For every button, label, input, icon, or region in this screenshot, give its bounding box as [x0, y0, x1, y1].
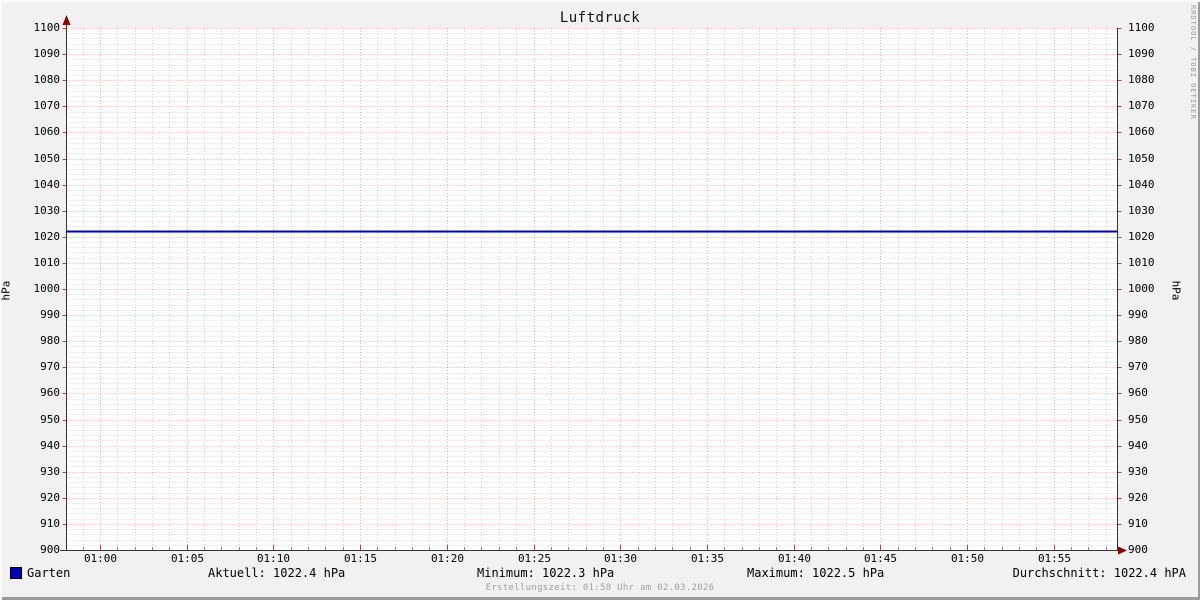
y-tick-label: 1070 [1128, 99, 1155, 112]
y-tick-label: 1090 [1128, 47, 1155, 60]
y-tick-label: 900 [40, 543, 60, 556]
y-tick-label: 910 [40, 517, 60, 530]
y-tick-label: 920 [40, 491, 60, 504]
y-tick-label: 1040 [33, 178, 61, 191]
y-tick-label: 1010 [1128, 256, 1155, 269]
x-tick-label: 01:00 [83, 552, 118, 565]
y-tick-label: 1100 [33, 21, 61, 34]
y-tick-label: 910 [1128, 517, 1148, 530]
x-tick-label: 01:25 [517, 552, 552, 565]
y-tick-label: 1060 [1128, 125, 1155, 138]
stat-maximum: Maximum: 1022.5 hPa [747, 566, 885, 580]
creation-timestamp: Erstellungszeit: 01:58 Uhr am 02.03.2026 [485, 583, 715, 593]
y-tick-label: 980 [40, 334, 60, 347]
y-tick-label: 1000 [1128, 282, 1155, 295]
y-tick-label: 1020 [33, 230, 61, 243]
y-tick-label: 1080 [33, 73, 61, 86]
y-tick-label: 1000 [33, 282, 61, 295]
y-tick-label: 1030 [1128, 204, 1155, 217]
y-tick-label: 900 [1128, 543, 1148, 556]
chart-plot-area [60, 15, 1127, 555]
y-tick-label: 1010 [33, 256, 61, 269]
x-tick-label: 01:35 [690, 552, 725, 565]
x-tick-label: 01:30 [603, 552, 638, 565]
x-tick-label: 01:55 [1037, 552, 1072, 565]
y-tick-label: 1050 [33, 152, 61, 165]
stat-durchschnitt: Durchschnitt: 1022.4 hPA [1012, 566, 1186, 580]
x-tick-label: 01:20 [430, 552, 465, 565]
y-tick-label: 940 [1128, 439, 1148, 452]
y-tick-label: 1040 [1128, 178, 1155, 191]
y-tick-label: 1060 [33, 125, 61, 138]
y-tick-label: 920 [1128, 491, 1148, 504]
x-tick-label: 01:45 [863, 552, 898, 565]
x-tick-label: 01:40 [777, 552, 812, 565]
y-tick-label: 950 [40, 413, 60, 426]
y-tick-label: 1050 [1128, 152, 1155, 165]
rrdtool-graph: Luftdruck hPa hPa RRDTOOL / TOBI OETIKER… [0, 0, 1200, 600]
y-axis-arrow [62, 15, 71, 25]
stat-aktuell: Aktuell: 1022.4 hPa [208, 566, 346, 580]
x-tick-label: 01:15 [343, 552, 378, 565]
y-tick-label: 1080 [1128, 73, 1155, 86]
y-tick-label: 1030 [33, 204, 61, 217]
y-tick-label: 970 [1128, 360, 1148, 373]
y-tick-label: 1090 [33, 47, 61, 60]
y-tick-label: 1020 [1128, 230, 1155, 243]
y-tick-label: 930 [40, 465, 60, 478]
x-tick-label: 01:10 [256, 552, 291, 565]
y-tick-label: 1100 [1128, 21, 1155, 34]
y-tick-label: 970 [40, 360, 60, 373]
legend-row: Garten Aktuell: 1022.4 hPa Minimum: 1022… [0, 566, 1200, 582]
y-tick-label: 990 [40, 308, 60, 321]
x-tick-label: 01:05 [170, 552, 205, 565]
y-tick-label: 990 [1128, 308, 1148, 321]
y-tick-label: 930 [1128, 465, 1148, 478]
x-axis-arrow [1118, 546, 1127, 555]
legend-swatch-garten [10, 567, 22, 579]
y-tick-label: 950 [1128, 413, 1148, 426]
y-tick-label: 960 [1128, 386, 1148, 399]
y-tick-label: 1070 [33, 99, 61, 112]
y-tick-label: 960 [40, 386, 60, 399]
stat-minimum: Minimum: 1022.3 hPa [477, 566, 615, 580]
x-tick-label: 01:50 [950, 552, 985, 565]
y-tick-label: 980 [1128, 334, 1148, 347]
legend-series-label: Garten [27, 566, 71, 580]
y-tick-label: 940 [40, 439, 60, 452]
